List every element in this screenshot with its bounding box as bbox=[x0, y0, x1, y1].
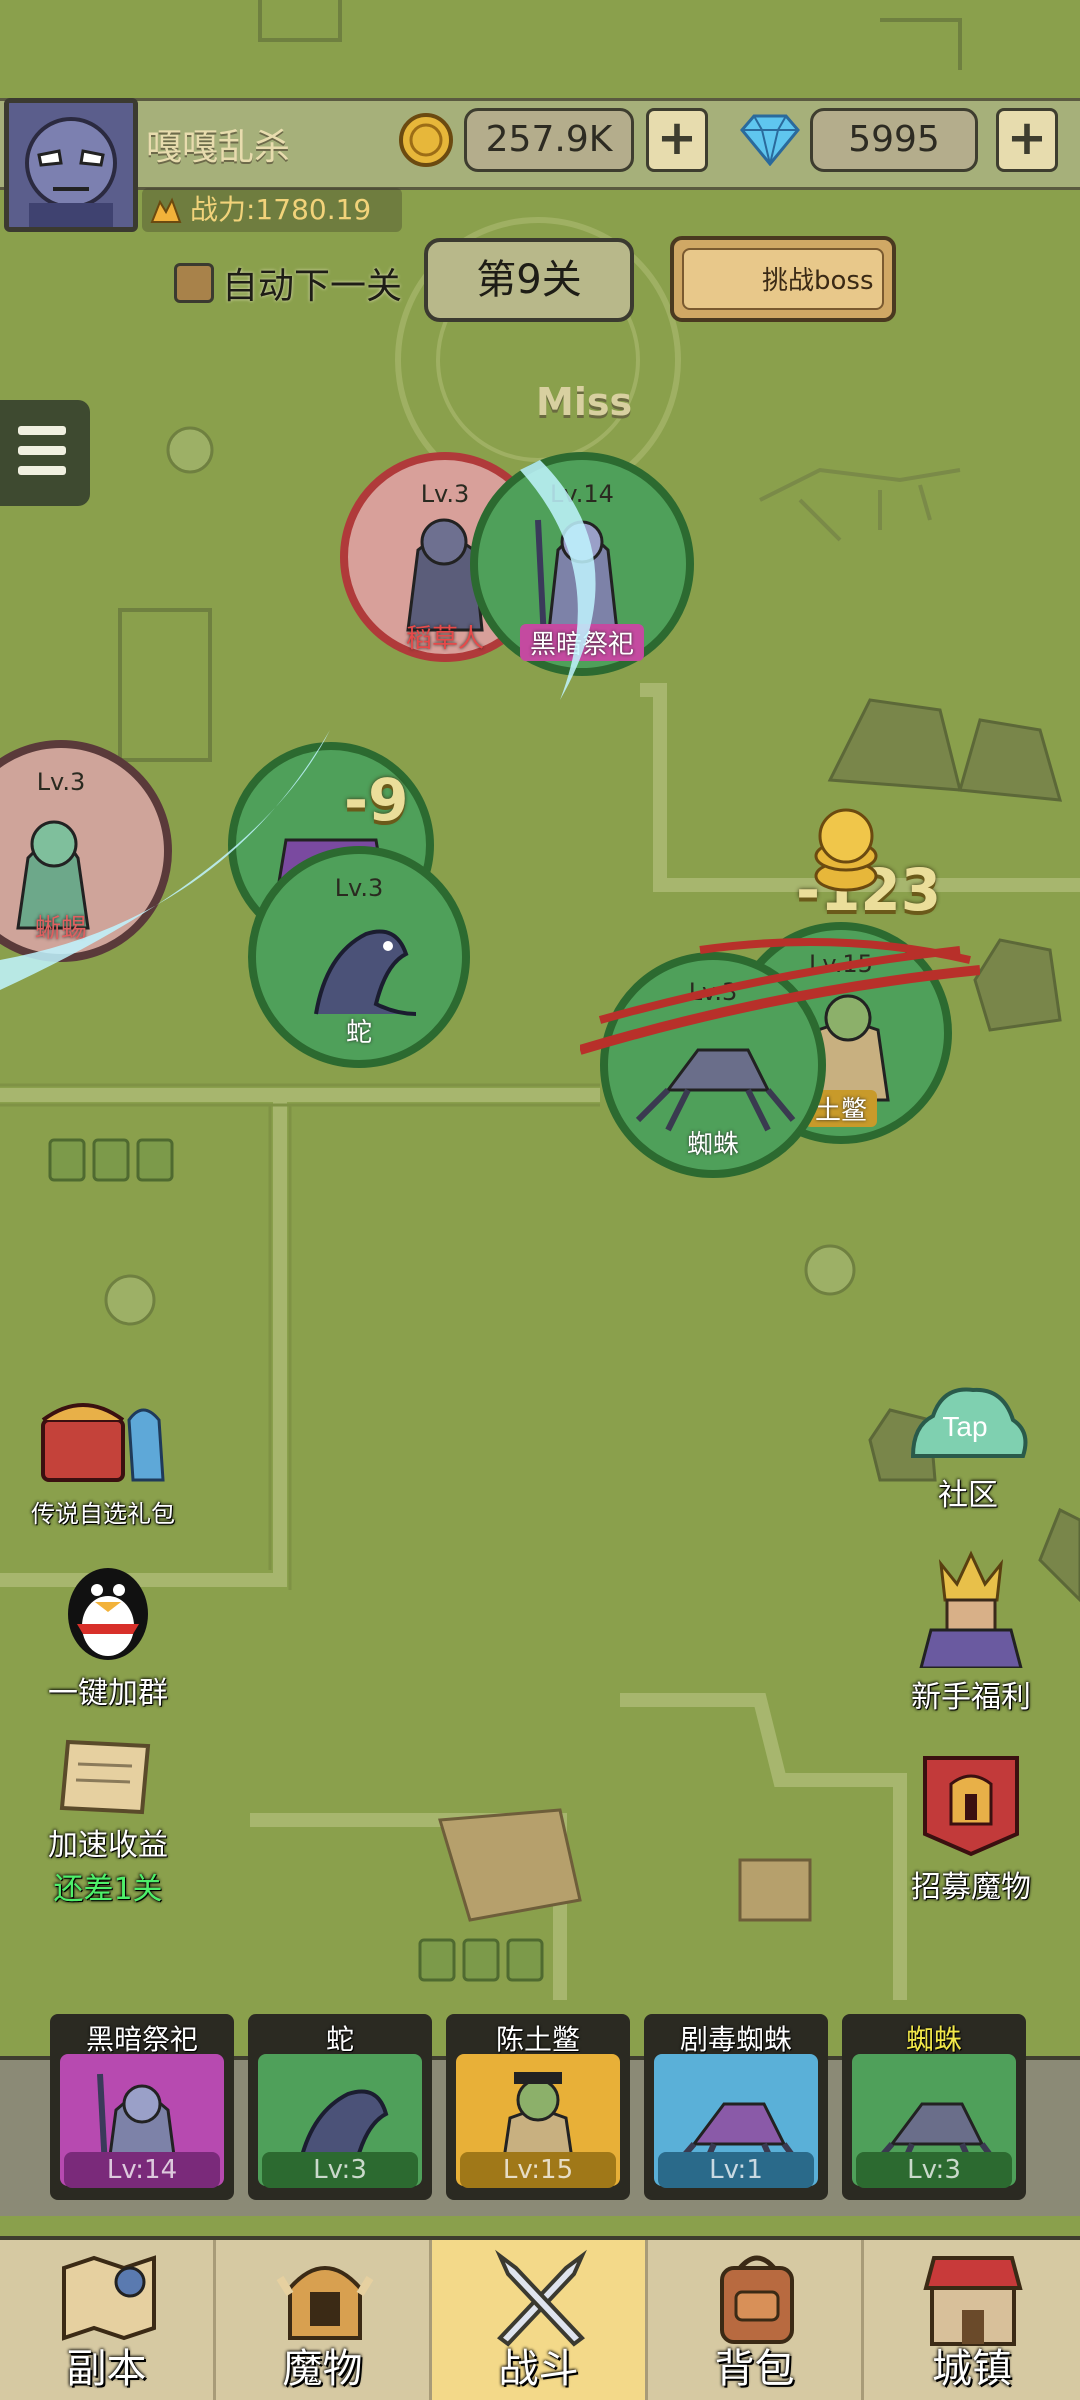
add-gold-button[interactable]: + bbox=[646, 108, 708, 172]
combat-power-value: 战力:1780.19 bbox=[190, 193, 372, 226]
nav-battle-label: 战斗 bbox=[498, 2346, 579, 2392]
damage-number: -9 bbox=[344, 766, 409, 834]
king-hero-icon bbox=[919, 1550, 1023, 1670]
newbie-welfare-label: 新手福利 bbox=[911, 1680, 1031, 1715]
join-group-label: 一键加群 bbox=[48, 1676, 168, 1711]
taptap-cloud-icon: Tap bbox=[910, 1387, 1028, 1458]
treasure-chest-icon bbox=[41, 1403, 165, 1482]
legend-gift-pack-label: 传说自选礼包 bbox=[31, 1500, 175, 1528]
card-name: 蛇 bbox=[325, 2023, 354, 2056]
join-group-button[interactable]: 一键加群 bbox=[28, 1554, 188, 1712]
nav-town[interactable]: 城镇 bbox=[864, 2240, 1080, 2400]
player-name: 嘎嘎乱杀 bbox=[146, 127, 291, 168]
auto-next-toggle[interactable]: 自动下一关 bbox=[174, 258, 402, 308]
card-level: Lv:3 bbox=[856, 2152, 1012, 2188]
card-name: 黑暗祭祀 bbox=[85, 2023, 198, 2056]
scroll-icon bbox=[59, 1739, 151, 1815]
shop-building-icon bbox=[923, 2256, 1023, 2346]
nav-dungeon[interactable]: 副本 bbox=[0, 2240, 216, 2400]
legend-gift-pack-button[interactable]: 传说自选礼包 bbox=[28, 1380, 178, 1529]
gold-coin-icon bbox=[399, 113, 453, 167]
add-gem-button[interactable]: + bbox=[996, 108, 1058, 172]
nav-battle[interactable]: 战斗 bbox=[432, 2240, 648, 2400]
card-level: Lv:15 bbox=[460, 2152, 616, 2188]
nav-backpack[interactable]: 背包 bbox=[648, 2240, 864, 2400]
banner-helmet-icon bbox=[923, 1756, 1019, 1857]
community-button[interactable]: Tap 社区 bbox=[898, 1376, 1038, 1514]
auto-next-label: 自动下一关 bbox=[222, 266, 403, 307]
player-avatar[interactable] bbox=[4, 98, 138, 232]
nav-monsters-label: 魔物 bbox=[282, 2346, 363, 2392]
backpack-icon bbox=[720, 2255, 794, 2344]
map-icon bbox=[62, 2255, 156, 2341]
crossed-swords-icon bbox=[495, 2249, 587, 2347]
coin-drop-icon bbox=[814, 808, 878, 892]
team-card-turtle[interactable]: 陈土鳖 Lv:15 bbox=[446, 2014, 630, 2200]
diamond-icon bbox=[740, 114, 800, 166]
card-name: 陈土鳖 bbox=[495, 2023, 580, 2056]
community-label: 社区 bbox=[938, 1478, 998, 1513]
team-card-dark-priest[interactable]: 黑暗祭祀 Lv:14 bbox=[50, 2014, 234, 2200]
nav-dungeon-label: 副本 bbox=[66, 2346, 147, 2392]
speed-income-remaining: 还差1关 bbox=[53, 1872, 163, 1907]
nav-town-label: 城镇 bbox=[932, 2346, 1012, 2392]
penguin-icon bbox=[68, 1568, 148, 1660]
gem-amount: 5995 bbox=[810, 108, 978, 172]
helmet-icon bbox=[276, 2266, 374, 2340]
speed-income-button[interactable]: 加速收益 还差1关 bbox=[28, 1736, 188, 1908]
challenge-boss-button[interactable]: 挑战boss bbox=[670, 236, 896, 322]
card-level: Lv:3 bbox=[262, 2152, 418, 2188]
power-icon bbox=[150, 197, 182, 223]
taptap-badge: Tap bbox=[942, 1411, 987, 1442]
monster-name: 蜘蛛 bbox=[686, 1130, 740, 1160]
recruit-monster-label: 招募魔物 bbox=[911, 1870, 1031, 1905]
claw-effect bbox=[580, 938, 980, 1055]
card-level: Lv:1 bbox=[658, 2152, 814, 2188]
card-name: 蜘蛛 bbox=[905, 2023, 962, 2056]
card-level: Lv:14 bbox=[64, 2152, 220, 2188]
card-name: 剧毒蜘蛛 bbox=[679, 2023, 792, 2056]
nav-backpack-label: 背包 bbox=[714, 2346, 795, 2392]
team-card-snake[interactable]: 蛇 Lv:3 bbox=[248, 2014, 432, 2200]
combat-power: 战力:1780.19 bbox=[142, 188, 402, 232]
nav-monsters[interactable]: 魔物 bbox=[216, 2240, 432, 2400]
team-card-spider[interactable]: 蜘蛛 Lv:3 bbox=[842, 2014, 1026, 2200]
recruit-monster-button[interactable]: 招募魔物 bbox=[896, 1754, 1046, 1906]
newbie-welfare-button[interactable]: 新手福利 bbox=[886, 1544, 1056, 1716]
auto-next-checkbox[interactable] bbox=[174, 263, 214, 303]
current-stage: 第9关 bbox=[424, 238, 634, 322]
team-card-poison-spider[interactable]: 剧毒蜘蛛 Lv:1 bbox=[644, 2014, 828, 2200]
gold-amount: 257.9K bbox=[464, 108, 634, 172]
speed-income-label: 加速收益 bbox=[48, 1828, 168, 1863]
challenge-boss-label: 挑战boss bbox=[682, 248, 884, 310]
